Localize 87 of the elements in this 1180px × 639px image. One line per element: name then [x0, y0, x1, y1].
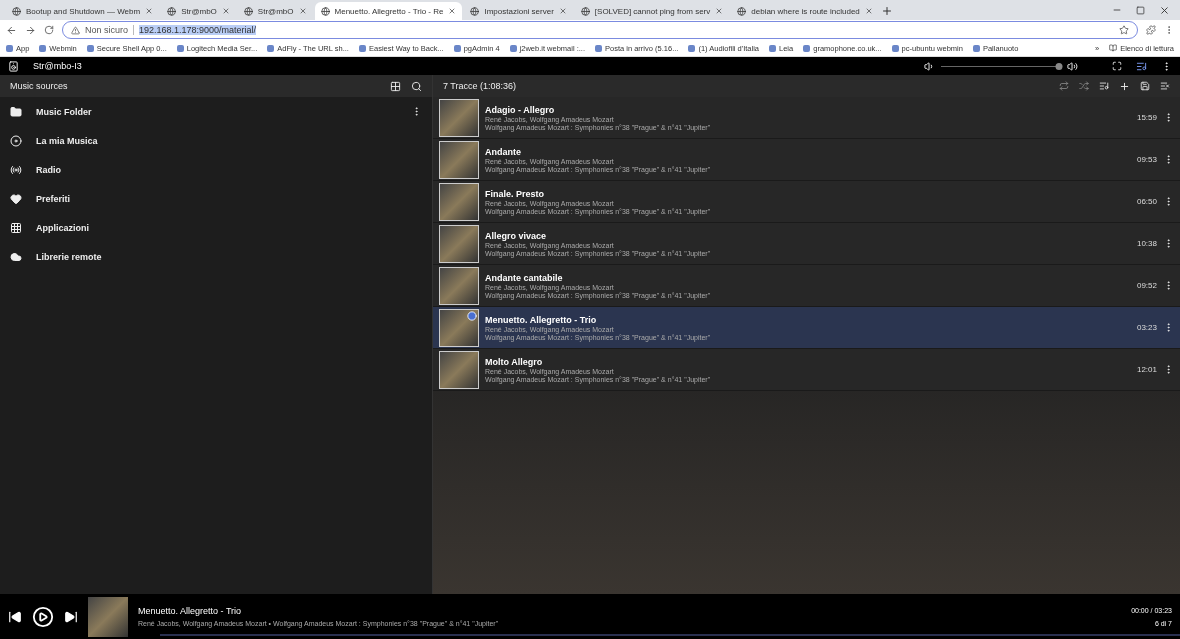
- clear-queue-icon[interactable]: [1160, 81, 1170, 91]
- volume-down-icon[interactable]: [924, 60, 935, 72]
- maximize-icon[interactable]: [1136, 5, 1145, 15]
- track-duration: 15:59: [1136, 113, 1157, 122]
- previous-icon[interactable]: [8, 609, 22, 624]
- browser-tab[interactable]: debian where is route included: [731, 2, 879, 20]
- track-title: Finale. Presto: [485, 188, 546, 199]
- album-art-placeholder: [439, 224, 479, 263]
- close-icon[interactable]: [145, 7, 154, 15]
- globe-icon: [167, 6, 177, 16]
- now-playing-title: Menuetto. Allegretto - Trio: [138, 606, 243, 616]
- source-item[interactable]: Librerie remote: [0, 242, 432, 271]
- track-duration: 10:38: [1136, 239, 1157, 248]
- browser-tab[interactable]: Str@mbO: [237, 2, 313, 20]
- globe-icon: [243, 6, 253, 16]
- album-art-placeholder: [439, 350, 479, 389]
- track-duration: 09:53: [1136, 155, 1157, 164]
- cover-placeholder: [88, 596, 128, 637]
- track-duration: 06:50: [1136, 197, 1157, 206]
- back-icon[interactable]: [6, 24, 17, 36]
- track-duration: 03:23: [1136, 323, 1157, 332]
- album-art-placeholder: [439, 140, 479, 179]
- globe-icon: [737, 6, 747, 16]
- forward-icon[interactable]: [25, 24, 36, 36]
- next-icon[interactable]: [64, 609, 78, 624]
- browser-tab[interactable]: Menuetto. Allegretto - Trio - Re: [314, 2, 463, 20]
- new-tab-icon[interactable]: [880, 5, 893, 17]
- queue-icon[interactable]: [1136, 60, 1147, 72]
- folder-icon: [10, 105, 22, 118]
- search-icon[interactable]: [411, 80, 422, 92]
- track-title: Allegro vivace: [485, 230, 548, 241]
- url-text: 192.168.1.178:9000/material/: [139, 25, 257, 35]
- browser-tab[interactable]: Impostazioni server: [464, 2, 573, 20]
- grid-icon: [10, 221, 22, 234]
- browser-tab[interactable]: Bootup and Shutdown — Webm: [6, 2, 160, 20]
- close-icon[interactable]: [558, 7, 567, 15]
- star-icon[interactable]: [1119, 25, 1129, 35]
- playing-icon: [467, 310, 477, 321]
- close-icon[interactable]: [864, 7, 873, 15]
- album-art-placeholder: [439, 98, 479, 137]
- fullscreen-icon[interactable]: [1112, 61, 1122, 71]
- heart-icon: [10, 192, 22, 205]
- add-icon[interactable]: [1119, 80, 1130, 92]
- volume-up-icon[interactable]: [1067, 60, 1078, 72]
- globe-icon: [12, 6, 21, 16]
- speaker-icon[interactable]: [8, 60, 19, 72]
- close-icon[interactable]: [715, 7, 724, 15]
- browser-tab[interactable]: Str@mbO: [161, 2, 236, 20]
- album-art-placeholder: [439, 266, 479, 305]
- close-icon[interactable]: [298, 7, 307, 15]
- globe-icon: [320, 6, 330, 16]
- cloud-icon: [10, 250, 22, 263]
- player-name[interactable]: Str@mbo-I3: [33, 61, 82, 71]
- track-title: Menuetto. Allegretto - Trio: [485, 314, 598, 325]
- track-title: Andante cantabile: [485, 272, 564, 283]
- play-icon[interactable]: [32, 605, 54, 628]
- album-art-placeholder: [439, 182, 479, 221]
- grid-view-icon[interactable]: [390, 80, 401, 92]
- sidebar-title: Music sources: [10, 81, 69, 91]
- globe-icon: [580, 6, 590, 16]
- source-item[interactable]: Applicazioni: [0, 213, 432, 242]
- close-icon[interactable]: [221, 7, 230, 15]
- radio-icon: [10, 163, 22, 176]
- track-title: Molto Allegro: [485, 356, 544, 367]
- source-item[interactable]: Preferiti: [0, 184, 432, 213]
- track-title: Adagio - Allegro: [485, 104, 556, 115]
- security-label: Non sicuro: [85, 25, 135, 35]
- track-title: Andante: [485, 146, 522, 157]
- source-item[interactable]: La mia Musica: [0, 126, 432, 155]
- playlist-icon[interactable]: [1099, 81, 1109, 91]
- shuffle-icon[interactable]: [1079, 81, 1089, 91]
- track-duration: 09:52: [1136, 281, 1157, 290]
- disc-icon: [10, 134, 22, 147]
- source-item[interactable]: Radio: [0, 155, 432, 184]
- extensions-icon[interactable]: [1146, 25, 1156, 35]
- warning-icon: [71, 25, 80, 35]
- save-icon[interactable]: [1140, 81, 1150, 91]
- close-icon[interactable]: [1159, 4, 1170, 16]
- track-duration: 12:01: [1136, 365, 1157, 374]
- queue-title: 7 Tracce (1:08:36): [443, 81, 518, 91]
- globe-icon: [470, 6, 480, 16]
- reload-icon[interactable]: [44, 25, 54, 35]
- repeat-icon[interactable]: [1059, 81, 1069, 91]
- close-icon[interactable]: [448, 7, 457, 15]
- source-item[interactable]: Music Folder: [0, 97, 432, 126]
- book-icon: [1109, 44, 1118, 52]
- browser-tab[interactable]: [SOLVED] cannot ping from serv: [574, 2, 730, 20]
